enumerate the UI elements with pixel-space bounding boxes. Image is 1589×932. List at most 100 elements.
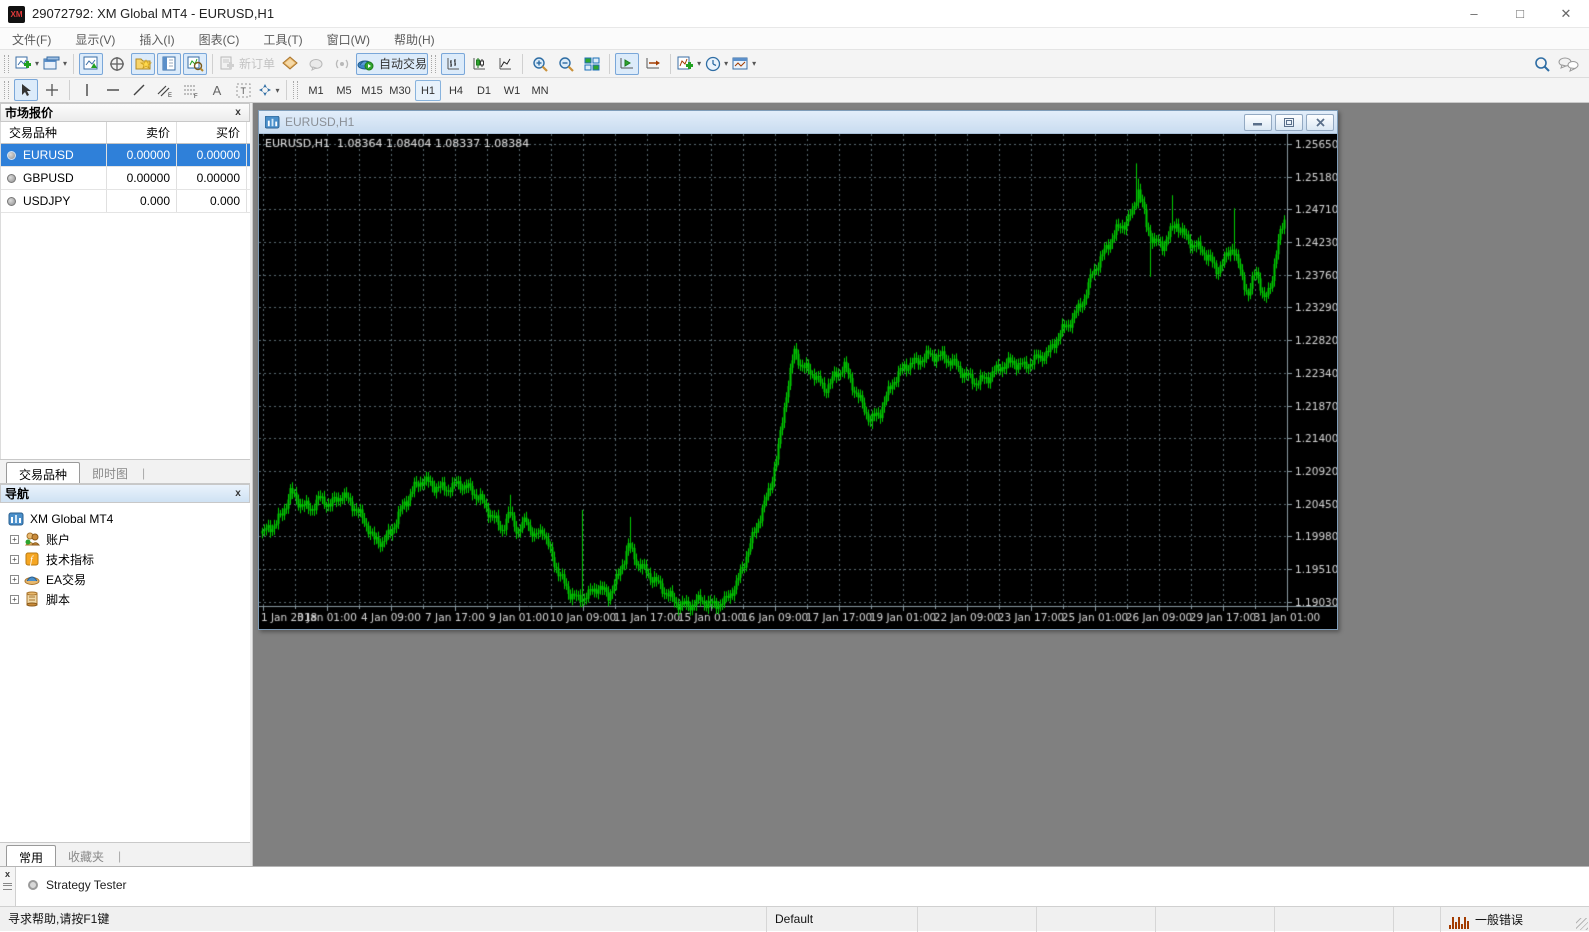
timeframe-button-mn[interactable]: MN (527, 80, 553, 101)
window-close-button[interactable]: ✕ (1543, 0, 1589, 28)
timeframe-button-m5[interactable]: M5 (331, 80, 357, 101)
templates-button[interactable]: ▾ (731, 53, 757, 75)
navigator-root-item[interactable]: XM Global MT4 (0, 509, 250, 529)
toolbar-grip[interactable] (4, 81, 9, 99)
navigator-item-expert-advisors[interactable]: +EA交易 (0, 569, 250, 589)
window-minimize-button[interactable]: – (1451, 0, 1497, 28)
menu-item-t[interactable]: 工具(T) (251, 28, 314, 50)
tile-windows-button[interactable] (580, 53, 604, 75)
tab-favorites[interactable]: 收藏夹 (56, 845, 116, 866)
workspace: 市场报价 x 交易品种 卖价 买价 EURUSD0.000000.00000GB… (0, 103, 1589, 866)
horizontal-line-tool-button[interactable] (101, 79, 125, 101)
new-chart-button[interactable]: ▾ (14, 53, 40, 75)
column-header-ask[interactable]: 买价 (177, 122, 247, 143)
candlestick-mode-button[interactable] (467, 53, 491, 75)
strategy-tester-label-row[interactable]: Strategy Tester (28, 878, 126, 892)
menu-item-i[interactable]: 插入(I) (127, 28, 186, 50)
chart-shift-button[interactable] (641, 53, 665, 75)
toolbar-grip[interactable] (431, 55, 436, 73)
navigator-item-scripts[interactable]: +脚本 (0, 589, 250, 609)
navigator-close-icon[interactable]: x (231, 488, 245, 499)
market-watch-row-eurusd[interactable]: EURUSD0.000000.00000 (1, 144, 250, 167)
arrows-dropdown-caret[interactable]: ▾ (275, 86, 279, 95)
market-watch-row-gbpusd[interactable]: GBPUSD0.000000.00000 (1, 167, 250, 190)
chart-minimize-button[interactable] (1244, 114, 1272, 131)
strategy-tester-close-icon[interactable]: x (0, 867, 15, 879)
timeframe-button-m15[interactable]: M15 (359, 80, 385, 101)
strategy-tester-toggle-button[interactable] (183, 53, 207, 75)
zoom-out-button[interactable] (554, 53, 578, 75)
data-window-button[interactable] (105, 53, 129, 75)
toolbar-grip[interactable] (4, 55, 9, 73)
templates-dropdown-caret[interactable]: ▾ (752, 59, 756, 68)
expander-plus-icon[interactable]: + (10, 575, 19, 584)
timeframe-button-d1[interactable]: D1 (471, 80, 497, 101)
zoom-in-button[interactable] (528, 53, 552, 75)
expander-plus-icon[interactable]: + (10, 595, 19, 604)
expander-plus-icon[interactable]: + (10, 535, 19, 544)
tab-tick-chart[interactable]: 即时图 (80, 462, 140, 483)
timeframe-button-m1[interactable]: M1 (303, 80, 329, 101)
expander-plus-icon[interactable]: + (10, 555, 19, 564)
cursor-tool-button[interactable] (14, 79, 38, 101)
menu-item-c[interactable]: 图表(C) (187, 28, 252, 50)
status-connection[interactable]: 一般错误 (1440, 907, 1589, 932)
drawing-toolbar: E F A T ▾ M1M5M15M30H1H4D1W1MN (0, 78, 1589, 103)
terminal-toggle-button[interactable] (157, 53, 181, 75)
navigator-toggle-button[interactable] (131, 53, 155, 75)
line-chart-mode-button[interactable] (493, 53, 517, 75)
market-watch-header[interactable]: 市场报价 x (0, 103, 250, 122)
navigator-item-accounts[interactable]: +账户 (0, 529, 250, 549)
market-watch-toggle-button[interactable] (79, 53, 103, 75)
new-chart-dropdown-caret[interactable]: ▾ (35, 59, 39, 68)
timeframe-button-h4[interactable]: H4 (443, 80, 469, 101)
chat-button (304, 53, 328, 75)
menu-item-v[interactable]: 显示(V) (63, 28, 127, 50)
text-tool-button[interactable]: A (205, 79, 229, 101)
window-resize-grip[interactable] (1576, 918, 1588, 930)
market-watch-row-usdjpy[interactable]: USDJPY0.0000.000 (1, 190, 250, 213)
autoscroll-button[interactable] (615, 53, 639, 75)
chart-close-button[interactable] (1306, 114, 1334, 131)
chart-canvas[interactable] (259, 134, 1337, 628)
column-header-bid[interactable]: 卖价 (107, 122, 177, 143)
chart-restore-button[interactable] (1275, 114, 1303, 131)
chart-window[interactable]: EURUSD,H1 (258, 110, 1338, 630)
search-button[interactable] (1530, 53, 1554, 75)
trendline-tool-button[interactable] (127, 79, 151, 101)
tab-common[interactable]: 常用 (6, 845, 56, 866)
tab-symbols[interactable]: 交易品种 (6, 462, 80, 483)
periods-button[interactable]: ▾ (704, 53, 729, 75)
navigator-header[interactable]: 导航 x (0, 484, 250, 503)
bar-chart-mode-button[interactable] (441, 53, 465, 75)
title-bar[interactable]: XM 29072792: XM Global MT4 - EURUSD,H1 –… (0, 0, 1589, 28)
equidistant-channel-tool-button[interactable]: E (153, 79, 177, 101)
crosshair-tool-button[interactable] (40, 79, 64, 101)
timeframe-button-m30[interactable]: M30 (387, 80, 413, 101)
indicators-button[interactable]: ▾ (676, 53, 702, 75)
periods-dropdown-caret[interactable]: ▾ (724, 59, 728, 68)
profiles-dropdown-caret[interactable]: ▾ (63, 59, 67, 68)
text-label-tool-button[interactable]: T (231, 79, 255, 101)
timeframe-button-w1[interactable]: W1 (499, 80, 525, 101)
menu-item-w[interactable]: 窗口(W) (315, 28, 382, 50)
menu-item-h[interactable]: 帮助(H) (382, 28, 447, 50)
indicators-dropdown-caret[interactable]: ▾ (697, 59, 701, 68)
status-profile[interactable]: Default (766, 907, 917, 932)
strategy-tester-grip-icon[interactable] (3, 883, 12, 890)
fibonacci-tool-button[interactable]: F (179, 79, 203, 101)
timeframe-button-h1[interactable]: H1 (415, 80, 441, 101)
autotrading-button[interactable]: 自动交易 (356, 53, 428, 75)
column-header-symbol[interactable]: 交易品种 (1, 122, 107, 143)
navigator-item-indicators[interactable]: +f技术指标 (0, 549, 250, 569)
chart-window-titlebar[interactable]: EURUSD,H1 (259, 111, 1337, 134)
window-maximize-button[interactable]: □ (1497, 0, 1543, 28)
market-watch-close-icon[interactable]: x (231, 107, 245, 118)
profiles-button[interactable]: ▾ (42, 53, 68, 75)
toolbar-grip[interactable] (293, 81, 298, 99)
menu-item-f[interactable]: 文件(F) (0, 28, 63, 50)
metaeditor-button[interactable] (278, 53, 302, 75)
community-chat-button[interactable] (1556, 53, 1580, 75)
arrows-tool-button[interactable]: ▾ (257, 79, 281, 101)
vertical-line-tool-button[interactable] (75, 79, 99, 101)
